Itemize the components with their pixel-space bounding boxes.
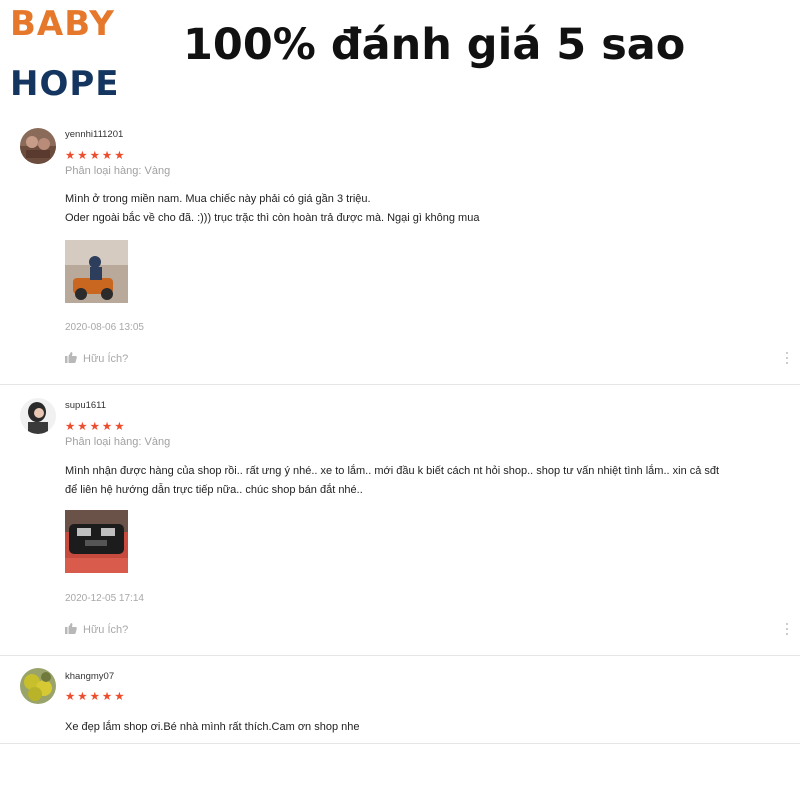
more-options-icon[interactable] [786,352,789,366]
review-comment: Xe đẹp lắm shop ơi.Bé nhà mình rất thích… [65,718,359,737]
thumbs-up-icon [65,623,77,637]
rating-stars: ★★★★★ [65,421,127,433]
review-comment-line: Oder ngoài bắc về cho đã. :))) trục trặc… [65,212,480,224]
more-options-icon[interactable] [786,623,789,637]
helpful-button[interactable]: Hữu Ích? [65,623,128,637]
review-comment-line: Xe đẹp lắm shop ơi.Bé nhà mình rất thích… [65,721,360,733]
review-timestamp: 2020-08-06 13:05 [65,322,144,333]
avatar[interactable] [20,668,56,704]
helpful-label: Hữu Ích? [83,353,129,365]
headline: 100% đánh giá 5 sao [183,20,686,70]
review-comment-line: Mình nhận được hàng của shop rồi.. rất ư… [65,465,720,477]
helpful-button[interactable]: Hữu Ích? [65,352,128,366]
divider [0,384,800,385]
review-username: yennhi111201 [65,129,124,140]
rating-stars: ★★★★★ [65,691,127,703]
review-comment-line: để liên hệ hướng dẫn trực tiếp nữa.. chú… [65,484,363,496]
divider [0,743,800,744]
divider [0,655,800,656]
review-variation: Phân loại hàng: Vàng [65,436,171,448]
review-timestamp: 2020-12-05 17:14 [65,593,144,604]
review-comment: Mình ở trong miền nam. Mua chiếc này phả… [65,190,479,228]
brand-logo-line2: HOPE [10,64,120,104]
thumbs-up-icon [65,352,77,366]
review-username: supu1611 [65,400,107,411]
avatar[interactable] [20,398,56,434]
brand-logo-line1: BABY [10,4,115,44]
helpful-label: Hữu Ích? [83,624,129,636]
review-comment-line: Mình ở trong miền nam. Mua chiếc này phả… [65,193,371,205]
review-photo[interactable] [65,240,128,303]
rating-stars: ★★★★★ [65,150,127,162]
review-username: khangmy07 [65,671,115,682]
review-photo[interactable] [65,510,128,573]
avatar[interactable] [20,128,56,164]
review-variation: Phân loại hàng: Vàng [65,165,171,177]
review-comment: Mình nhận được hàng của shop rồi.. rất ư… [65,462,719,500]
